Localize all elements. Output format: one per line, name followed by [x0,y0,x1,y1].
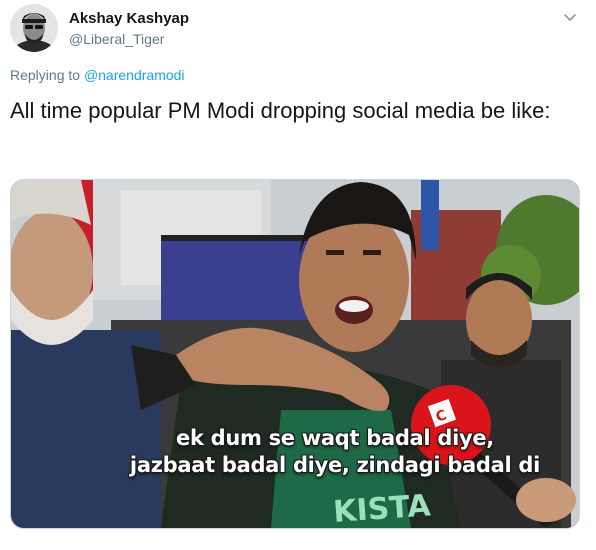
author-handle[interactable]: @Liberal_Tiger [69,29,189,49]
video-subtitle-line-1: ek dum se waqt badal diye, [176,426,494,450]
chevron-down-icon[interactable] [561,8,579,26]
replying-to-mention[interactable]: @narendramodi [84,67,185,83]
avatar-image [10,4,58,52]
replying-to-label: Replying to [10,67,81,83]
author-display-name[interactable]: Akshay Kashyap [69,10,189,28]
replying-to-line: Replying to @narendramodi [10,67,185,83]
video-subtitle-line-2: jazbaat badal diye, zindagi badal di [129,453,541,477]
tweet-media[interactable]: C KISTA ek dum se waqt badal diye, jazba… [10,179,580,529]
avatar[interactable] [10,4,58,52]
author-block[interactable]: Akshay Kashyap @Liberal_Tiger [69,10,189,49]
tweet-card: Akshay Kashyap @Liberal_Tiger Replying t… [0,0,596,550]
shirt-text: KISTA [332,488,432,528]
tweet-text: All time popular PM Modi dropping social… [10,98,551,123]
